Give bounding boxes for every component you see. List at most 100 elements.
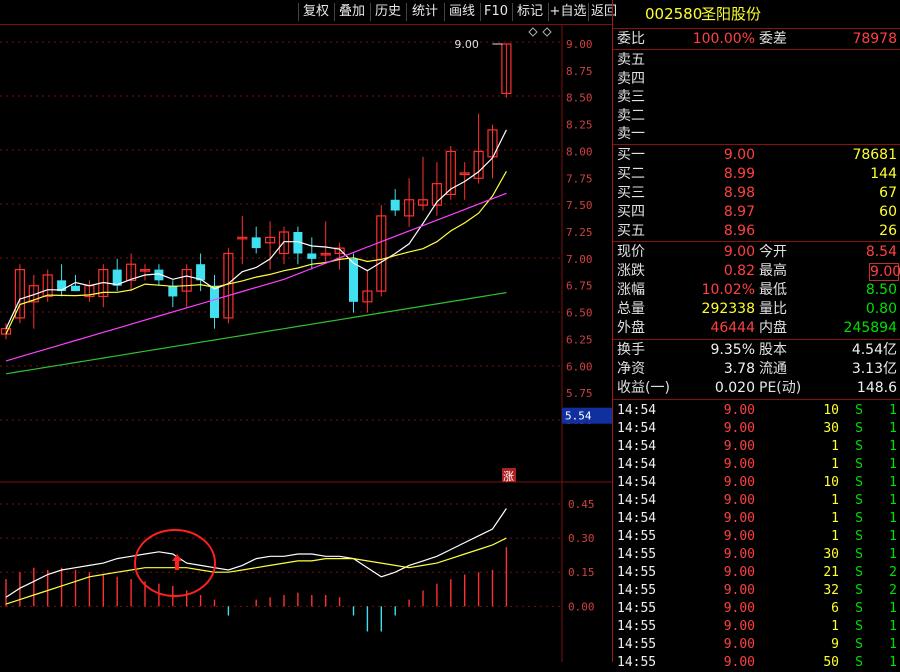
buy-level-price: 8.96 — [723, 223, 755, 239]
buy-level-price: 8.99 — [723, 166, 755, 182]
buy-level-label: 买五 — [617, 223, 645, 239]
fundamental-label: 股本 — [759, 342, 787, 358]
tick-side: S — [855, 655, 863, 670]
price-tick: 7.25 — [566, 226, 593, 239]
fundamental-value: 3.78 — [723, 361, 755, 377]
fundamental-label: 流通 — [759, 361, 787, 377]
toolbar-button-7[interactable]: +自选 — [548, 3, 587, 21]
price-tick: 8.50 — [566, 92, 593, 105]
tick-time: 14:55 — [617, 583, 657, 598]
quote-label: 涨幅 — [617, 282, 645, 298]
tick-count: 1 — [889, 619, 897, 634]
tick-price: 9.00 — [723, 403, 755, 418]
tick-row: 14:54 9.00 1 S 1 — [613, 455, 900, 474]
tick-time: 14:54 — [617, 421, 657, 436]
tick-side: S — [855, 637, 863, 652]
tick-count: 1 — [889, 493, 897, 508]
tick-time: 14:54 — [617, 457, 657, 472]
macd-tick: 0.30 — [568, 532, 595, 545]
diamond-icon — [528, 27, 538, 37]
order-ratio-row: 委比 100.00% 委差 78978 — [613, 30, 900, 49]
tick-side: S — [855, 475, 863, 490]
tick-volume: 30 — [823, 421, 839, 436]
tick-price: 9.00 — [723, 529, 755, 544]
tick-row: 14:54 9.00 10 S 1 — [613, 473, 900, 492]
toolbar-button-3[interactable]: 统计 — [406, 3, 443, 21]
macd-tick: 0.00 — [568, 600, 595, 613]
quote-value: 9.00 — [723, 244, 755, 260]
tick-price: 9.00 — [723, 493, 755, 508]
toolbar-button-0[interactable]: 复权 — [298, 3, 333, 21]
tick-time: 14:54 — [617, 475, 657, 490]
quote-label: 外盘 — [617, 320, 645, 336]
tick-price: 9.00 — [723, 637, 755, 652]
tick-row: 14:54 9.00 1 S 1 — [613, 509, 900, 528]
tick-volume: 1 — [831, 529, 839, 544]
macd-dif-line — [5, 508, 507, 598]
buy-level-row: 买一 9.00 78681 — [613, 146, 900, 165]
macd-dea-line — [5, 537, 507, 605]
tick-volume: 6 — [831, 601, 839, 616]
buy-level-volume: 78681 — [852, 147, 897, 163]
quote-label: 今开 — [759, 244, 787, 260]
price-tick: 7.50 — [566, 199, 593, 212]
buy-level-row: 买三 8.98 67 — [613, 184, 900, 203]
diamond-icon — [542, 27, 552, 37]
toolbar-button-1[interactable]: 叠加 — [334, 3, 369, 21]
tick-side: S — [855, 511, 863, 526]
separator — [613, 28, 900, 29]
high-price-annotation: 9.00 — [454, 38, 479, 51]
quote-label: 总量 — [617, 301, 645, 317]
tick-time: 14:54 — [617, 403, 657, 418]
fundamental-value: 4.54亿 — [851, 342, 897, 358]
tick-price: 9.00 — [723, 439, 755, 454]
tick-side: S — [855, 493, 863, 508]
price-tick: 8.25 — [566, 119, 593, 132]
tick-time: 14:55 — [617, 619, 657, 634]
quote-label: 量比 — [759, 301, 787, 317]
sell-level-row: 卖三 — [613, 88, 900, 107]
candle-body — [390, 199, 400, 211]
candle-body — [307, 253, 317, 259]
buy-level-row: 买二 8.99 144 — [613, 165, 900, 184]
buy-level-volume: 144 — [870, 166, 897, 182]
tick-volume: 1 — [831, 493, 839, 508]
toolbar-button-2[interactable]: 历史 — [370, 3, 405, 21]
separator — [613, 144, 900, 145]
buy-level-volume: 60 — [879, 204, 897, 220]
tick-price: 9.00 — [723, 421, 755, 436]
tick-count: 2 — [889, 583, 897, 598]
tick-count: 1 — [889, 511, 897, 526]
sell-level-label: 卖四 — [617, 70, 645, 87]
ma60-line — [5, 292, 507, 375]
tick-row: 14:55 9.00 50 S 1 — [613, 653, 900, 672]
tick-side: S — [855, 547, 863, 562]
tick-price: 9.00 — [723, 565, 755, 580]
tick-volume: 32 — [823, 583, 839, 598]
price-tick: 7.75 — [566, 172, 593, 185]
candle-body — [168, 285, 178, 297]
tick-price: 9.00 — [723, 475, 755, 490]
tick-count: 1 — [889, 547, 897, 562]
separator — [613, 339, 900, 340]
fundamental-value: 148.6 — [856, 380, 897, 396]
tick-time: 14:55 — [617, 655, 657, 670]
quote-value: 10.02% — [701, 282, 755, 298]
tick-time: 14:55 — [617, 601, 657, 616]
toolbar-button-6[interactable]: 标记 — [512, 3, 547, 21]
buy-level-row: 买五 8.96 26 — [613, 222, 900, 241]
toolbar-button-4[interactable]: 画线 — [444, 3, 479, 21]
quote-row: 涨幅 10.02% 最低 8.50 — [613, 281, 900, 300]
stock-code: 002580 — [645, 5, 703, 23]
toolbar-button-5[interactable]: F10 — [480, 3, 511, 21]
buy-level-label: 买四 — [617, 204, 645, 220]
tick-volume: 1 — [831, 511, 839, 526]
tick-count: 1 — [889, 529, 897, 544]
fundamental-label: 收益(一) — [617, 380, 670, 396]
tick-count: 1 — [889, 475, 897, 490]
buy-level-volume: 67 — [879, 185, 897, 201]
tick-row: 14:54 9.00 1 S 1 — [613, 437, 900, 456]
tick-side: S — [855, 439, 863, 454]
fundamental-value: 3.13亿 — [851, 361, 897, 377]
tick-price: 9.00 — [723, 511, 755, 526]
